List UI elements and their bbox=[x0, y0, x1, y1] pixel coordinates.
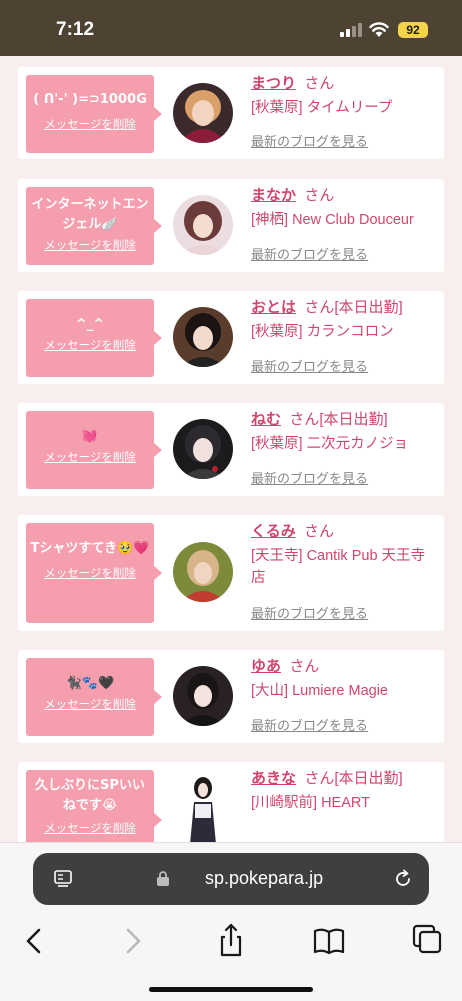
message-text: 久しぶりにSPいいねです😭 bbox=[35, 778, 145, 813]
delete-message-link[interactable]: メッセージを削除 bbox=[30, 337, 150, 353]
latest-blog-link[interactable]: 最新のブログを見る bbox=[251, 356, 368, 375]
avatar[interactable] bbox=[173, 542, 233, 602]
shop-name: [秋葉原] 二次元カノジョ bbox=[251, 436, 409, 452]
tabs-icon[interactable] bbox=[407, 921, 447, 961]
honorific-label: さん bbox=[289, 658, 320, 675]
latest-blog-link[interactable]: 最新のブログを見る bbox=[251, 715, 368, 734]
cast-name-link[interactable]: ねむ bbox=[251, 411, 281, 428]
message-bubble: Tシャツすてき🥹💗 メッセージを削除 bbox=[26, 523, 162, 623]
delete-message-link[interactable]: メッセージを削除 bbox=[30, 116, 150, 132]
latest-blog-link[interactable]: 最新のブログを見る bbox=[251, 244, 368, 263]
wifi-icon bbox=[369, 22, 389, 37]
delete-message-link[interactable]: メッセージを削除 bbox=[30, 696, 150, 712]
delete-message-link[interactable]: メッセージを削除 bbox=[30, 820, 150, 836]
shop-name: [神栖] New Club Douceur bbox=[251, 212, 414, 228]
delete-message-link[interactable]: メッセージを削除 bbox=[30, 565, 150, 581]
share-icon[interactable] bbox=[211, 921, 251, 961]
delete-message-link[interactable]: メッセージを削除 bbox=[30, 449, 150, 465]
message-text: Tシャツすてき🥹💗 bbox=[30, 541, 150, 556]
avatar[interactable] bbox=[173, 307, 233, 367]
message-text: ( ᑎ'-' )=⊃1000G bbox=[33, 92, 147, 107]
honorific-label: さん bbox=[304, 523, 335, 540]
shop-name: [大山] Lumiere Magie bbox=[251, 683, 388, 699]
favorites-list: ( ᑎ'-' )=⊃1000G メッセージを削除 まつり さん [秋葉原] タイ… bbox=[0, 56, 462, 842]
message-text: 💓 bbox=[81, 429, 99, 444]
message-bubble: 💓 メッセージを削除 bbox=[26, 411, 162, 489]
list-item: 🐈‍⬛🐾🖤 メッセージを削除 ゆあ さん [大山] Lumiere Magie … bbox=[18, 650, 444, 743]
address-bar[interactable]: sp.pokepara.jp bbox=[33, 853, 429, 905]
delete-message-link[interactable]: メッセージを削除 bbox=[30, 237, 150, 253]
lock-icon bbox=[157, 871, 169, 886]
avatar[interactable] bbox=[173, 83, 233, 143]
reload-icon[interactable] bbox=[393, 869, 413, 889]
honorific-label: さん[本日出勤] bbox=[289, 411, 388, 428]
cast-name-link[interactable]: まつり bbox=[251, 75, 296, 92]
navigation-toolbar bbox=[0, 921, 462, 961]
cellular-signal-icon bbox=[340, 23, 364, 37]
message-text: インターネットエンジェル🪽 bbox=[31, 197, 149, 232]
cast-name-link[interactable]: あきな bbox=[251, 770, 296, 787]
message-bubble: インターネットエンジェル🪽 メッセージを削除 bbox=[26, 187, 162, 265]
honorific-label: さん bbox=[304, 187, 335, 204]
back-icon[interactable] bbox=[14, 921, 54, 961]
message-text: 🐈‍⬛🐾🖤 bbox=[65, 676, 115, 691]
status-time: 7:12 bbox=[56, 19, 95, 40]
cast-name-link[interactable]: くるみ bbox=[251, 523, 296, 540]
status-bar: 7:12 92 bbox=[0, 0, 462, 56]
shop-name: [秋葉原] カランコロン bbox=[251, 324, 394, 340]
forward-icon[interactable] bbox=[113, 921, 153, 961]
shop-name: [川崎駅前] HEART bbox=[251, 795, 370, 811]
list-item: ( ᑎ'-' )=⊃1000G メッセージを削除 まつり さん [秋葉原] タイ… bbox=[18, 67, 444, 159]
url-text: sp.pokepara.jp bbox=[205, 868, 324, 888]
shop-name: [秋葉原] タイムリープ bbox=[251, 100, 393, 116]
list-item: インターネットエンジェル🪽 メッセージを削除 まなか さん [神栖] New C… bbox=[18, 179, 444, 272]
message-text: ^_^ bbox=[75, 317, 105, 332]
page-menu-icon[interactable] bbox=[53, 869, 73, 889]
message-bubble: 久しぶりにSPいいねです😭 メッセージを削除 bbox=[26, 770, 162, 842]
shop-name: [天王寺] Cantik Pub 天王寺店 bbox=[251, 548, 426, 586]
latest-blog-link[interactable]: 最新のブログを見る bbox=[251, 131, 368, 150]
honorific-label: さん[本日出勤] bbox=[304, 770, 403, 787]
honorific-label: さん bbox=[304, 75, 335, 92]
avatar[interactable] bbox=[178, 774, 228, 842]
cast-name-link[interactable]: ゆあ bbox=[251, 658, 281, 675]
message-bubble: ( ᑎ'-' )=⊃1000G メッセージを削除 bbox=[26, 75, 162, 153]
avatar[interactable] bbox=[173, 666, 233, 726]
honorific-label: さん[本日出勤] bbox=[304, 299, 403, 316]
avatar[interactable] bbox=[173, 195, 233, 255]
list-item: ^_^ メッセージを削除 おとは さん[本日出勤] [秋葉原] カランコロン 最… bbox=[18, 291, 444, 384]
bookmarks-icon[interactable] bbox=[309, 921, 349, 961]
list-item: Tシャツすてき🥹💗 メッセージを削除 くるみ さん [天王寺] Cantik P… bbox=[18, 515, 444, 631]
latest-blog-link[interactable]: 最新のブログを見る bbox=[251, 603, 368, 622]
cast-name-link[interactable]: おとは bbox=[251, 299, 296, 316]
browser-toolbar: sp.pokepara.jp bbox=[0, 842, 462, 1001]
battery-indicator: 92 bbox=[398, 22, 428, 38]
latest-blog-link[interactable]: 最新のブログを見る bbox=[251, 468, 368, 487]
list-item: 久しぶりにSPいいねです😭 メッセージを削除 あきな さん[本日出勤] [川崎駅… bbox=[18, 762, 444, 842]
avatar[interactable] bbox=[173, 419, 233, 479]
home-indicator bbox=[149, 987, 313, 992]
cast-name-link[interactable]: まなか bbox=[251, 187, 296, 204]
list-item: 💓 メッセージを削除 ねむ さん[本日出勤] [秋葉原] 二次元カノジョ 最新の… bbox=[18, 403, 444, 496]
message-bubble: ^_^ メッセージを削除 bbox=[26, 299, 162, 377]
message-bubble: 🐈‍⬛🐾🖤 メッセージを削除 bbox=[26, 658, 162, 736]
